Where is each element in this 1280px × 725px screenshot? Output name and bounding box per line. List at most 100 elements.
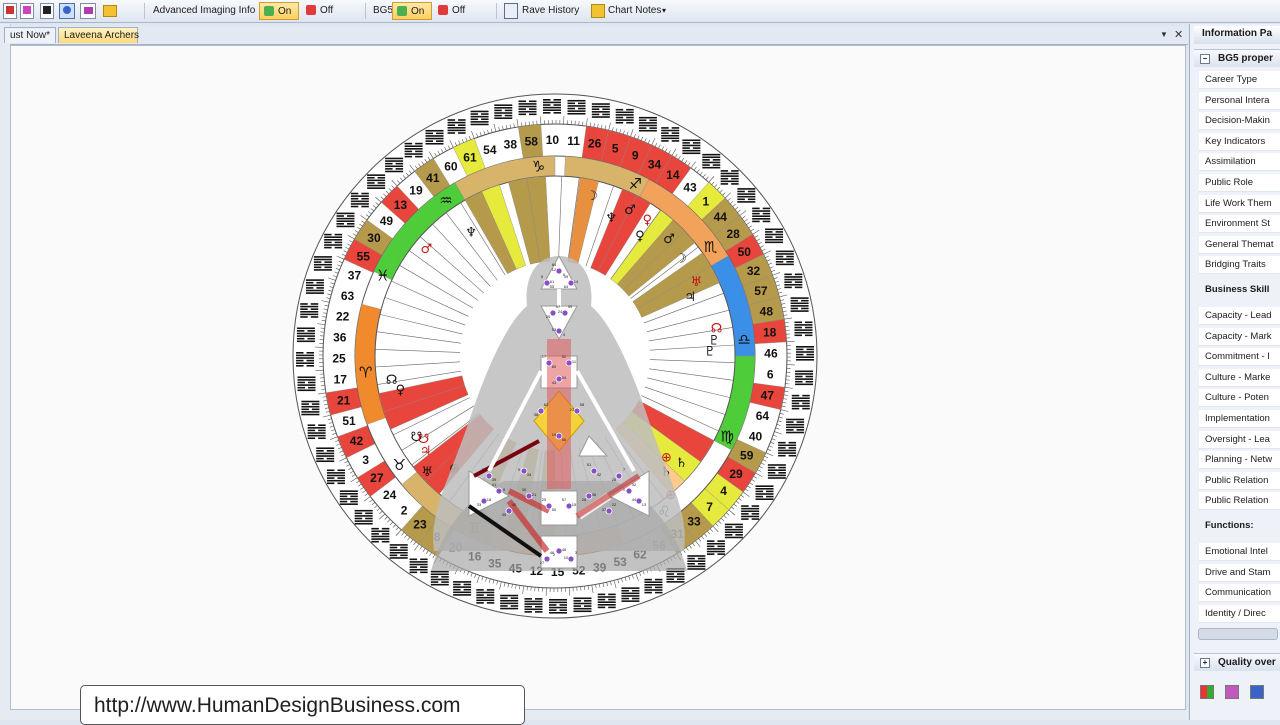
expand-icon[interactable]: +: [1200, 658, 1210, 668]
gate-number: 23: [413, 518, 427, 532]
property-item[interactable]: Culture - Poten: [1199, 389, 1280, 407]
gate-number: 58: [525, 134, 539, 148]
bg5-properties-group[interactable]: −BG5 proper: [1194, 49, 1280, 67]
information-panel: Information Pa −BG5 proper Career Type Pe…: [1189, 24, 1280, 720]
image-icon[interactable]: [101, 3, 117, 19]
close-icon[interactable]: ✕: [1174, 28, 1183, 41]
gate-number: 14: [666, 168, 680, 182]
gate-number: 2: [401, 504, 408, 518]
advanced-imaging-off-toggle[interactable]: Off: [302, 2, 342, 20]
gate-number: 10: [546, 133, 560, 147]
toolbar: Advanced Imaging Info : On Off BG5 : On …: [0, 0, 1280, 23]
bodygraph-gate-number: 42: [597, 472, 602, 477]
property-item[interactable]: Assimilation: [1199, 153, 1280, 171]
gate-number: 11: [567, 134, 580, 148]
advanced-off-label: Off: [320, 5, 333, 16]
property-item[interactable]: Life Work Them: [1199, 195, 1280, 213]
property-item[interactable]: Emotional Intel: [1199, 543, 1280, 561]
quality-overview-group[interactable]: +Quality over: [1194, 653, 1280, 671]
bodygraph-gate-dot: [538, 408, 544, 414]
bodygraph-gate-number: 59: [568, 304, 573, 309]
planet-icon: ♆: [465, 226, 477, 241]
property-item[interactable]: General Themat: [1199, 236, 1280, 254]
gate-number: 1: [703, 194, 710, 208]
chart-view-icon[interactable]: [59, 3, 75, 19]
chart-notes-button[interactable]: Chart Notes: [608, 5, 661, 16]
toolbar-separator: [365, 3, 366, 19]
property-item[interactable]: Environment St: [1199, 215, 1280, 233]
property-item[interactable]: Implementation: [1199, 410, 1280, 428]
property-item[interactable]: Personal Intera: [1199, 92, 1280, 110]
bodygraph-gate-number: 18: [487, 497, 492, 502]
grid-icon[interactable]: [1200, 685, 1214, 699]
planet-icon: ♇: [704, 345, 716, 360]
property-item[interactable]: Culture - Marke: [1199, 369, 1280, 387]
collapse-icon[interactable]: −: [1200, 54, 1210, 64]
advanced-imaging-label: Advanced Imaging Info :: [153, 5, 261, 16]
gate-number: 44: [714, 210, 728, 224]
property-item[interactable]: Decision-Makin: [1199, 112, 1280, 130]
bodygraph-gate-number: 14: [574, 279, 579, 284]
history-icon[interactable]: [504, 3, 518, 19]
list-icon[interactable]: [1225, 685, 1239, 699]
bodygraph-gate-number: 22: [612, 502, 617, 507]
view-icon-2[interactable]: [20, 3, 34, 19]
property-item[interactable]: Communication: [1199, 584, 1280, 602]
property-item[interactable]: Public Role: [1199, 174, 1280, 192]
bodygraph-gate-number: 57: [562, 497, 567, 502]
property-item[interactable]: Public Relation: [1199, 492, 1280, 510]
gate-number: 18: [763, 325, 777, 339]
chart-canvas: 1011265934144314428503257481846647644059…: [10, 45, 1186, 710]
bodygraph-gate-number: 43: [552, 380, 557, 385]
property-item[interactable]: Public Relation: [1199, 472, 1280, 490]
panel-icon-row: [1200, 685, 1275, 702]
bodygraph-gate-number: 35: [502, 512, 507, 517]
gate-number: 43: [683, 180, 697, 194]
gate-number: 3: [362, 453, 369, 467]
planet-icon: ☽: [586, 189, 598, 204]
view-icon-1[interactable]: [3, 3, 17, 19]
tab-just-now[interactable]: ust Now*: [4, 27, 56, 43]
table-icon[interactable]: [1250, 685, 1264, 699]
property-item[interactable]: Career Type: [1199, 71, 1280, 89]
bodygraph-gate-number: 63: [564, 284, 569, 289]
bodygraph-gate-dot: [506, 508, 512, 514]
property-item[interactable]: Commitment - I: [1199, 348, 1280, 366]
gate-number: 47: [761, 389, 775, 403]
property-item[interactable]: Planning - Netw: [1199, 451, 1280, 469]
property-item[interactable]: Drive and Stam: [1199, 564, 1280, 582]
tab-list-dropdown-icon[interactable]: ▼: [1160, 30, 1168, 39]
rave-history-button[interactable]: Rave History: [522, 5, 579, 16]
gate-number: 59: [740, 449, 754, 463]
on-switch-icon: [264, 6, 274, 16]
bodygraph-gate-number: 56: [562, 437, 567, 442]
property-item[interactable]: Capacity - Lead: [1199, 307, 1280, 325]
bodygraph-gate-dot: [496, 488, 502, 494]
bodygraph-gate-number: 48: [562, 547, 567, 552]
property-item[interactable]: Oversight - Lea: [1199, 431, 1280, 449]
view-icon-5[interactable]: [80, 3, 96, 19]
planet-icon: ♀: [635, 229, 645, 244]
bodygraph-gate-number: 27: [540, 560, 545, 565]
bodygraph-gate-number: 52: [562, 354, 567, 359]
advanced-imaging-on-toggle[interactable]: On: [259, 2, 299, 20]
tab-laveena-archers[interactable]: Laveena Archers: [58, 27, 138, 43]
property-item[interactable]: Key Indicators: [1199, 133, 1280, 151]
property-item[interactable]: Identity / Direc: [1199, 605, 1280, 623]
gate-number: 40: [749, 429, 763, 443]
bg5-off-toggle[interactable]: Off: [434, 2, 474, 20]
property-item[interactable]: Bridging Traits: [1199, 256, 1280, 274]
bodygraph-gate-number: 31: [482, 467, 487, 472]
gate-number: 9: [632, 148, 639, 162]
zodiac-sign-icon: ♍: [720, 427, 733, 445]
property-item[interactable]: Capacity - Mark: [1199, 328, 1280, 346]
notes-icon[interactable]: [591, 4, 605, 18]
panel-scrollbar[interactable]: [1198, 628, 1278, 640]
chevron-down-icon[interactable]: ▾: [662, 6, 666, 15]
bodygraph-gate-dot: [562, 310, 568, 316]
zodiac-sign-icon: ♎: [738, 330, 751, 348]
view-icon-3[interactable]: [40, 3, 54, 19]
bg5-on-toggle[interactable]: On: [392, 2, 432, 20]
information-panel-title: Information Pa: [1194, 26, 1280, 44]
bodygraph-gate-dot: [556, 268, 562, 274]
